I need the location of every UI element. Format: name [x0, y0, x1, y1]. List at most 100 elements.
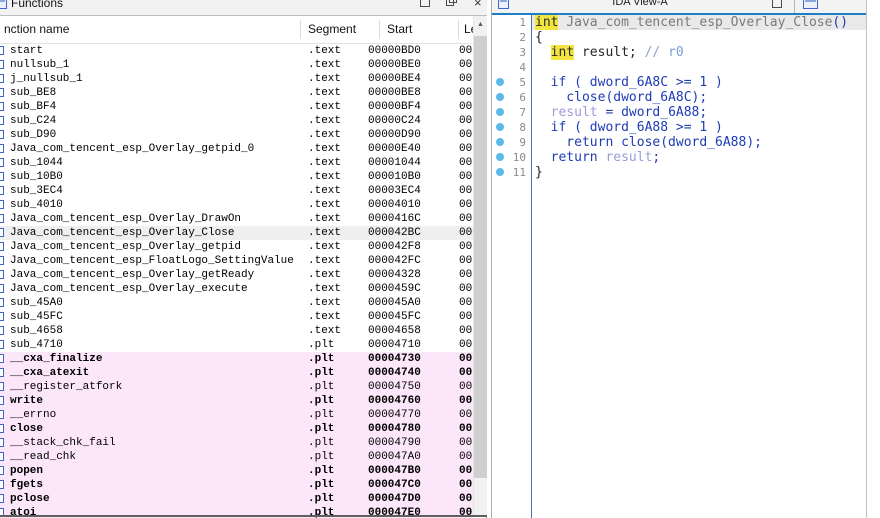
line-number: 2 [519, 31, 526, 44]
segment-cell: .plt [308, 367, 335, 379]
function-row[interactable]: start .text 00000BD0 00 [0, 44, 473, 58]
function-row[interactable]: sub_45A0 .text 000045A0 00 [0, 296, 473, 310]
start-address-cell: 00004780 [368, 423, 421, 435]
function-name-cell: Java_com_tencent_esp_Overlay_execute [10, 283, 248, 295]
code-text[interactable]: return close(dword_6A88); [535, 135, 762, 150]
code-text[interactable]: result = dword_6A88; [535, 105, 708, 120]
function-row[interactable]: Java_com_tencent_esp_Overlay_getpid .text… [0, 240, 473, 254]
function-row[interactable]: Java_com_tencent_esp_FloatLogo_SettingVa… [0, 254, 473, 268]
function-row[interactable]: popen .plt 000047B0 00 [0, 464, 473, 478]
function-name-cell: Java_com_tencent_esp_Overlay_getReady [10, 269, 255, 281]
code-text[interactable]: int Java_com_tencent_esp_Overlay_Close() [535, 15, 848, 30]
code-text[interactable]: int result; // r0 [535, 45, 684, 60]
column-separator[interactable] [458, 20, 459, 39]
code-text[interactable]: close(dword_6A8C); [535, 90, 707, 105]
close-button-icon[interactable]: × [474, 0, 486, 10]
column-header-function-name[interactable]: nction name [4, 16, 294, 43]
function-icon [0, 312, 4, 321]
function-row[interactable]: __stack_chk_fail .plt 00004790 00 [0, 436, 473, 450]
function-row[interactable]: sub_4710 .plt 00004710 00 [0, 338, 473, 352]
function-row[interactable]: sub_3EC4 .text 00003EC4 00 [0, 184, 473, 198]
code-line[interactable]: 3 int result; // r0 [492, 45, 866, 60]
segment-cell: .text [308, 45, 342, 57]
function-row[interactable]: sub_C24 .text 00000C24 00 [0, 114, 473, 128]
function-name-cell: sub_45FC [10, 311, 63, 323]
function-row[interactable]: sub_1044 .text 00001044 00 [0, 156, 473, 170]
function-row[interactable]: __read_chk .plt 000047A0 00 [0, 450, 473, 464]
function-name-cell: __cxa_atexit [10, 367, 90, 379]
column-separator[interactable] [379, 20, 380, 39]
function-row[interactable]: fgets .plt 000047C0 00 [0, 478, 473, 492]
function-name-cell: j_nullsub_1 [10, 73, 83, 85]
code-line[interactable]: 1 int Java_com_tencent_esp_Overlay_Close(… [492, 15, 866, 30]
function-name-cell: Java_com_tencent_esp_Overlay_DrawOn [10, 213, 242, 225]
functions-titlebar[interactable]: Functions × [0, 0, 487, 16]
function-row[interactable]: sub_D90 .text 00000D90 00 [0, 128, 473, 142]
restore-button-icon[interactable] [446, 0, 457, 7]
function-row[interactable]: sub_BE8 .text 00000BE8 00 [0, 86, 473, 100]
function-row[interactable]: Java_com_tencent_esp_Overlay_Close .text 0… [0, 226, 473, 240]
ida-view-titlebar[interactable]: IDA View-A [492, 0, 866, 13]
column-header-segment[interactable]: Segment [308, 16, 374, 43]
code-line[interactable]: 7 result = dword_6A88; [492, 105, 866, 120]
segment-cell: .plt [308, 381, 335, 393]
function-icon [0, 424, 4, 433]
function-name-cell: __errno [10, 409, 57, 421]
function-row[interactable]: __cxa_finalize .plt 00004730 00 [0, 352, 473, 366]
function-row[interactable]: write .plt 00004760 00 [0, 394, 473, 408]
function-icon [0, 130, 4, 139]
code-text[interactable]: { [535, 30, 543, 45]
code-text[interactable]: return result; [535, 150, 661, 165]
code-token: = dword_6A88; [597, 105, 708, 120]
code-text[interactable]: } [535, 165, 543, 180]
function-row[interactable]: sub_10B0 .text 000010B0 00 [0, 170, 473, 184]
length-cell: 00 [459, 45, 473, 57]
maximize-button-icon[interactable] [420, 0, 430, 7]
functions-scrollbar[interactable]: ▲ [473, 16, 487, 516]
code-line[interactable]: 2{ [492, 30, 866, 45]
function-icon [0, 298, 4, 307]
function-row[interactable]: j_nullsub_1 .text 00000BE4 00 [0, 72, 473, 86]
function-row[interactable]: Java_com_tencent_esp_Overlay_execute .tex… [0, 282, 473, 296]
pseudocode-view[interactable]: 1 int Java_com_tencent_esp_Overlay_Close(… [492, 15, 866, 518]
length-cell: 00 [459, 311, 473, 323]
start-address-cell: 000047A0 [368, 451, 421, 463]
function-row[interactable]: __errno .plt 00004770 00 [0, 408, 473, 422]
function-row[interactable]: sub_BF4 .text 00000BF4 00 [0, 100, 473, 114]
code-line[interactable]: 9 return close(dword_6A88); [492, 135, 866, 150]
scrollbar-thumb[interactable] [474, 36, 487, 478]
code-line[interactable]: 8 if ( dword_6A88 >= 1 ) [492, 120, 866, 135]
function-row[interactable]: Java_com_tencent_esp_Overlay_getpid_0 .te… [0, 142, 473, 156]
column-header-start[interactable]: Start [387, 16, 453, 43]
function-row[interactable]: pclose .plt 000047D0 00 [0, 492, 473, 506]
scrollbar-up-arrow-icon[interactable]: ▲ [474, 16, 487, 33]
function-row[interactable]: sub_4658 .text 00004658 00 [0, 324, 473, 338]
code-line[interactable]: 6 close(dword_6A8C); [492, 90, 866, 105]
start-address-cell: 00001044 [368, 157, 421, 169]
function-row[interactable]: sub_45FC .text 000045FC 00 [0, 310, 473, 324]
code-line[interactable]: 4 [492, 60, 866, 75]
function-row[interactable]: __register_atfork .plt 00004750 00 [0, 380, 473, 394]
code-line[interactable]: 5 if ( dword_6A8C >= 1 ) [492, 75, 866, 90]
column-separator[interactable] [300, 20, 301, 39]
line-number: 3 [519, 46, 526, 59]
code-text[interactable]: if ( dword_6A88 >= 1 ) [535, 120, 723, 135]
function-row[interactable]: sub_4010 .text 00004010 00 [0, 198, 473, 212]
start-address-cell: 00003EC4 [368, 185, 421, 197]
function-row[interactable]: nullsub_1 .text 00000BE0 00 [0, 58, 473, 72]
titlebar-divider [794, 0, 795, 13]
length-cell: 00 [459, 395, 473, 407]
function-row[interactable]: Java_com_tencent_esp_Overlay_getReady .te… [0, 268, 473, 282]
function-row[interactable]: close .plt 00004780 00 [0, 422, 473, 436]
code-text[interactable]: if ( dword_6A8C >= 1 ) [535, 75, 723, 90]
segment-cell: .text [308, 199, 342, 211]
code-line[interactable]: 11} [492, 165, 866, 180]
maximize-button-icon[interactable] [772, 0, 782, 8]
code-line[interactable]: 10 return result; [492, 150, 866, 165]
function-name-cell: Java_com_tencent_esp_Overlay_Close [10, 227, 235, 239]
function-row[interactable]: __cxa_atexit .plt 00004740 00 [0, 366, 473, 380]
function-row[interactable]: Java_com_tencent_esp_Overlay_DrawOn .text… [0, 212, 473, 226]
segment-cell: .text [308, 325, 342, 337]
function-icon [0, 494, 4, 503]
start-address-cell: 000042FC [368, 255, 421, 267]
